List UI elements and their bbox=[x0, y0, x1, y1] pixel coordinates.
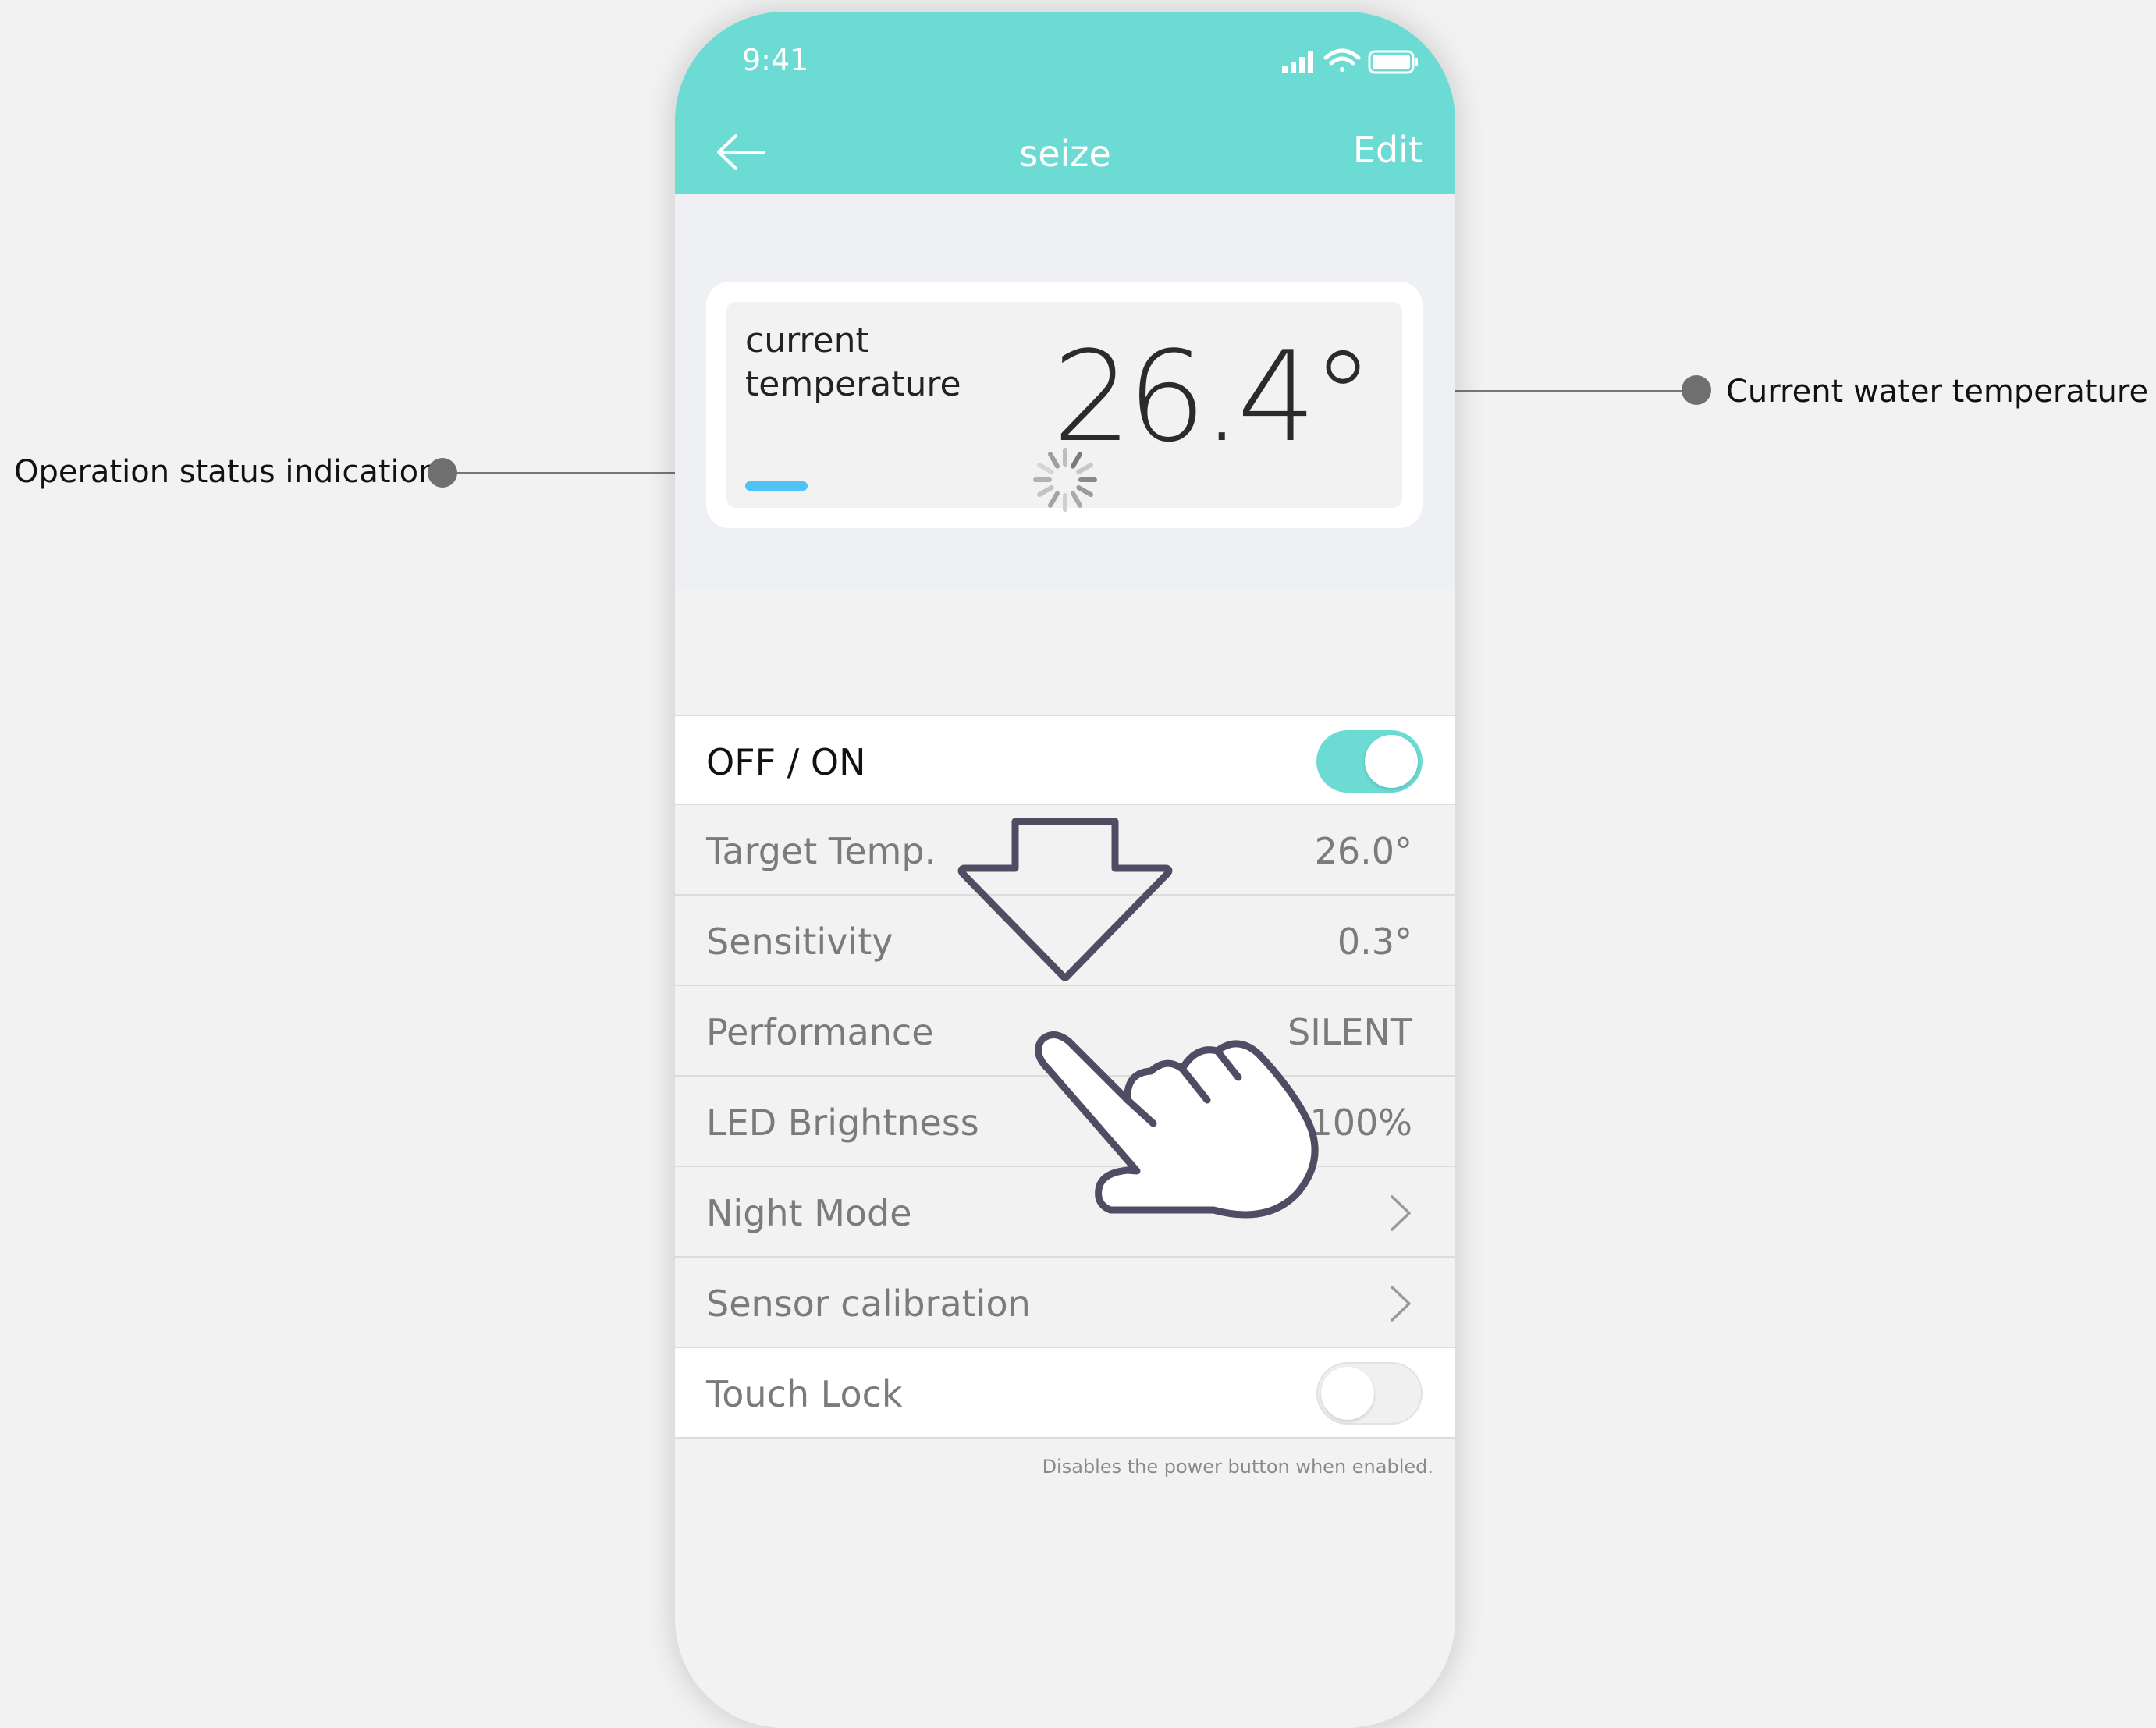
status-icons bbox=[1282, 45, 1423, 80]
sensor-calibration-label: Sensor calibration bbox=[706, 1283, 1031, 1325]
annotation-operation-status: Operation status indication bbox=[14, 454, 439, 490]
chevron-right-icon bbox=[1389, 1194, 1412, 1237]
settings-row-night-mode[interactable]: Night Mode bbox=[675, 1167, 1455, 1258]
settings-row-touch-lock: Touch Lock bbox=[675, 1348, 1455, 1439]
app-header: 9:41 seize Edit bbox=[675, 12, 1455, 194]
target-temp-label: Target Temp. bbox=[706, 830, 936, 872]
wifi-icon bbox=[1323, 48, 1361, 72]
settings-row-sensitivity[interactable]: Sensitivity 0.3° bbox=[675, 896, 1455, 986]
annotation-dot-left bbox=[428, 458, 457, 488]
settings-row-power: OFF / ON bbox=[675, 715, 1455, 805]
power-toggle[interactable] bbox=[1316, 730, 1423, 793]
performance-label: Performance bbox=[706, 1011, 934, 1053]
phone-frame: 9:41 seize Edit current temperature 26.4… bbox=[675, 12, 1455, 1728]
settings-row-target-temp[interactable]: Target Temp. 26.0° bbox=[675, 805, 1455, 896]
status-time: 9:41 bbox=[742, 43, 809, 77]
current-temperature-label: current temperature bbox=[745, 321, 961, 404]
touch-lock-label: Touch Lock bbox=[706, 1373, 903, 1415]
edit-button[interactable]: Edit bbox=[1353, 129, 1423, 171]
signal-icon bbox=[1282, 51, 1313, 73]
performance-value: SILENT bbox=[1288, 1011, 1412, 1053]
led-brightness-label: LED Brightness bbox=[706, 1102, 979, 1144]
loading-spinner-icon bbox=[1030, 445, 1100, 519]
operation-status-indicator bbox=[745, 481, 808, 491]
settings-row-led-brightness[interactable]: LED Brightness 100% bbox=[675, 1077, 1455, 1167]
page-title: seize bbox=[1019, 133, 1111, 175]
sensitivity-value: 0.3° bbox=[1337, 921, 1412, 963]
touch-lock-footnote: Disables the power button when enabled. bbox=[1042, 1456, 1433, 1478]
target-temp-value: 26.0° bbox=[1314, 830, 1412, 872]
settings-list: OFF / ON Target Temp. 26.0° Sensitivity … bbox=[675, 715, 1455, 1478]
sensitivity-label: Sensitivity bbox=[706, 921, 893, 963]
current-temperature-value: 26.4° bbox=[1052, 324, 1374, 470]
power-label: OFF / ON bbox=[706, 741, 866, 783]
battery-icon bbox=[1368, 50, 1418, 74]
led-brightness-value: 100% bbox=[1309, 1102, 1412, 1144]
touch-lock-toggle-knob bbox=[1321, 1367, 1374, 1420]
settings-row-sensor-calibration[interactable]: Sensor calibration bbox=[675, 1258, 1455, 1348]
annotation-water-temperature: Current water temperature bbox=[1726, 374, 2149, 410]
night-mode-label: Night Mode bbox=[706, 1192, 912, 1234]
chevron-right-icon bbox=[1389, 1284, 1412, 1327]
power-toggle-knob bbox=[1365, 735, 1418, 788]
current-temperature-panel: current temperature 26.4° bbox=[675, 194, 1455, 590]
touch-lock-toggle[interactable] bbox=[1316, 1362, 1423, 1425]
annotation-dot-right bbox=[1682, 375, 1711, 405]
settings-row-performance[interactable]: Performance SILENT bbox=[675, 986, 1455, 1077]
